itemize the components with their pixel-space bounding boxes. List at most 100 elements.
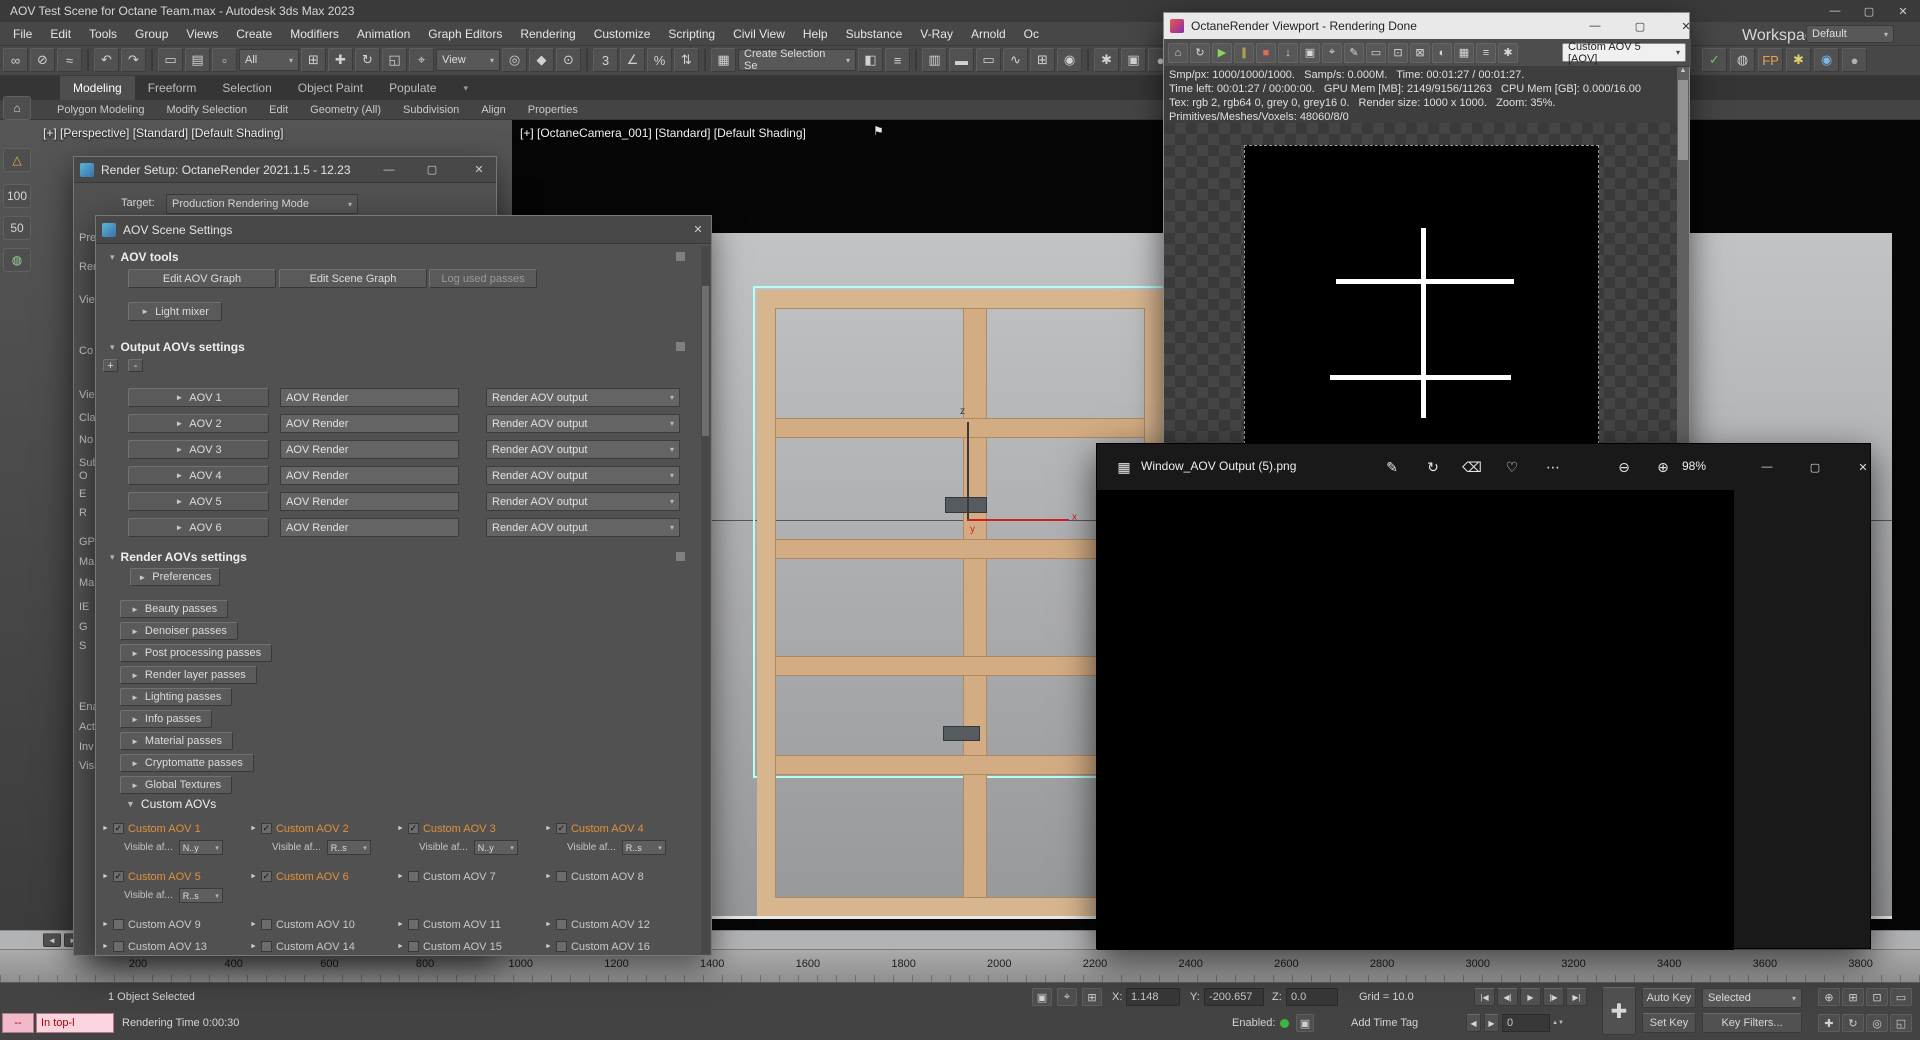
menu-customize[interactable]: Customize <box>585 22 660 46</box>
schematic-view-icon[interactable]: ⊞ <box>1030 48 1055 72</box>
snaps-toggle-icon[interactable]: 3 <box>593 48 618 72</box>
favorite-icon[interactable]: ♡ <box>1497 453 1527 481</box>
scrollbar-thumb[interactable] <box>702 286 709 436</box>
app-minimize-button[interactable]: — <box>1818 5 1852 17</box>
selection-filter-dropdown[interactable]: All ▾ <box>239 49 299 71</box>
octane-pick-focus-icon[interactable]: ⌖ <box>1322 42 1342 63</box>
octane-region-render-icon[interactable]: ▭ <box>1366 42 1386 63</box>
bind-to-space-warp-icon[interactable]: ≈ <box>57 48 82 72</box>
camera-viewport-label[interactable]: [+] [OctaneCamera_001] [Standard] [Defau… <box>520 126 806 140</box>
rendered-frame-window-icon[interactable]: ▣ <box>1121 48 1146 72</box>
aov-row-button[interactable]: ► AOV 3 <box>128 440 269 459</box>
transport-2[interactable]: ▶ <box>1520 988 1541 1006</box>
menu-tools[interactable]: Tools <box>80 22 126 46</box>
named-selection-dropdown[interactable]: Create Selection Se ▾ <box>738 48 856 72</box>
custom-aov-item[interactable]: ► ✓ Custom AOV 3 <box>397 820 543 837</box>
aov-row-button[interactable]: ► AOV 2 <box>128 414 269 433</box>
log-used-passes-button[interactable]: Log used passes <box>429 269 537 288</box>
preferences-button[interactable]: ► Preferences <box>130 568 220 586</box>
custom-aov-item[interactable]: ► ✓ Custom AOV 4 <box>545 820 691 837</box>
octane-minimize-button[interactable]: — <box>1578 13 1612 39</box>
zoom-icon[interactable]: ⊕ <box>1818 988 1840 1006</box>
previous-frame-button[interactable]: ◀ <box>1466 1014 1481 1032</box>
use-center-icon[interactable]: ◎ <box>502 48 527 72</box>
redo-icon[interactable]: ↷ <box>121 48 146 72</box>
section-render-aovs[interactable]: ▾ Render AOVs settings <box>110 550 247 564</box>
teapot-icon[interactable]: ◍ <box>3 248 31 272</box>
octane-subsample-icon[interactable]: ▦ <box>1454 42 1474 63</box>
transport-0[interactable]: |◀ <box>1474 988 1495 1006</box>
custom-aov-item[interactable]: ► Custom AOV 10 <box>250 916 396 933</box>
aov-name-field[interactable]: AOV Render <box>280 414 459 433</box>
pass-button-global-textures[interactable]: ► Global Textures <box>120 776 233 794</box>
maxscript-listener-left[interactable]: -- <box>2 1013 34 1033</box>
expander-icon[interactable]: ► <box>397 825 404 832</box>
mirror-icon[interactable]: ◧ <box>858 48 883 72</box>
render-setup-icon[interactable]: ✱ <box>1094 48 1119 72</box>
value-100-button[interactable]: 100 <box>3 184 31 208</box>
transport-3[interactable]: |▶ <box>1543 988 1564 1006</box>
menu-help[interactable]: Help <box>794 22 837 46</box>
camera-icon[interactable]: ▣ <box>1296 1014 1314 1032</box>
scrollbar-thumb[interactable] <box>1678 80 1688 160</box>
octane-play-icon[interactable]: ▶ <box>1212 42 1232 63</box>
expander-icon[interactable]: ► <box>102 943 109 950</box>
expander-icon[interactable]: ► <box>545 943 552 950</box>
transport-1[interactable]: ◀| <box>1497 988 1518 1006</box>
custom-aov-checkbox[interactable] <box>407 919 419 930</box>
custom-aov-checkbox[interactable] <box>555 941 567 952</box>
key-filters-button[interactable]: Key Filters... <box>1702 1013 1802 1033</box>
custom-aov-checkbox[interactable]: ✓ <box>112 823 124 834</box>
octane-settings-icon[interactable]: ✱ <box>1498 42 1518 63</box>
selection-region-icon[interactable]: ▫ <box>212 48 237 72</box>
octane-maximize-button[interactable]: ▢ <box>1623 13 1657 39</box>
gpu-render-icon[interactable]: ● <box>1842 48 1867 72</box>
zoom-all-icon[interactable]: ⊞ <box>1842 988 1864 1006</box>
value-50-button[interactable]: 50 <box>3 216 31 240</box>
gizmo-z-axis[interactable] <box>967 422 969 520</box>
scene-explorer-icon[interactable]: ▥ <box>922 48 947 72</box>
menu-rendering[interactable]: Rendering <box>511 22 584 46</box>
octane-pause-icon[interactable]: ∥ <box>1234 42 1254 63</box>
add-aov-button[interactable]: + <box>103 359 118 372</box>
ribbon-tab-selection[interactable]: Selection <box>209 76 284 100</box>
custom-aov-checkbox[interactable]: ✓ <box>407 823 419 834</box>
menu-modifiers[interactable]: Modifiers <box>281 22 348 46</box>
aov-output-dropdown[interactable]: Render AOV output ▾ <box>486 414 680 433</box>
edit-image-icon[interactable]: ✎ <box>1377 453 1407 481</box>
pass-button-material-passes[interactable]: ► Material passes <box>120 732 233 750</box>
expander-icon[interactable]: ► <box>102 921 109 928</box>
expander-icon[interactable]: ► <box>102 873 109 880</box>
select-object-icon[interactable]: ▭ <box>158 48 183 72</box>
material-editor-icon[interactable]: ◉ <box>1057 48 1082 72</box>
visible-after-dropdown[interactable]: R..s ▾ <box>326 840 371 855</box>
undo-icon[interactable]: ↶ <box>94 48 119 72</box>
key-filter-dropdown[interactable]: Selected ▾ <box>1702 988 1802 1008</box>
section-output-aovs[interactable]: ▾ Output AOVs settings <box>110 340 245 354</box>
ribbon-panel-properties[interactable]: Properties <box>517 100 589 120</box>
pass-button-cryptomatte-passes[interactable]: ► Cryptomatte passes <box>120 754 254 772</box>
custom-aov-item[interactable]: ► Custom AOV 16 <box>545 938 691 955</box>
custom-aov-checkbox[interactable]: ✓ <box>112 871 124 882</box>
aov-output-dropdown[interactable]: Render AOV output ▾ <box>486 492 680 511</box>
keyboard-override-icon[interactable]: ⊙ <box>556 48 581 72</box>
custom-aov-checkbox[interactable]: ✓ <box>260 823 272 834</box>
next-frame-button[interactable]: ▶ <box>1484 1014 1499 1032</box>
viewport-flag-icon[interactable]: ⚑ <box>873 124 884 138</box>
set-key-button[interactable]: Set Key <box>1642 1013 1696 1033</box>
octane-close-button[interactable]: ✕ <box>1669 13 1703 39</box>
transport-4[interactable]: ▶| <box>1566 988 1587 1006</box>
visible-after-dropdown[interactable]: R..s ▾ <box>621 840 666 855</box>
aov-name-field[interactable]: AOV Render <box>280 518 459 537</box>
select-by-name-icon[interactable]: ▤ <box>185 48 210 72</box>
menu-group[interactable]: Group <box>126 22 177 46</box>
custom-aov-item[interactable]: ► Custom AOV 14 <box>250 938 396 955</box>
custom-aov-checkbox[interactable] <box>112 919 124 930</box>
custom-aov-checkbox[interactable] <box>555 871 567 882</box>
octane-refresh-icon[interactable]: ↻ <box>1190 42 1210 63</box>
menu-oc[interactable]: Oc <box>1015 22 1048 46</box>
aov-output-dropdown[interactable]: Render AOV output ▾ <box>486 388 680 407</box>
ribbon-panel-edit[interactable]: Edit <box>258 100 299 120</box>
viewer-close-button[interactable]: ✕ <box>1841 444 1885 490</box>
dialog-scrollbar[interactable] <box>701 246 710 954</box>
